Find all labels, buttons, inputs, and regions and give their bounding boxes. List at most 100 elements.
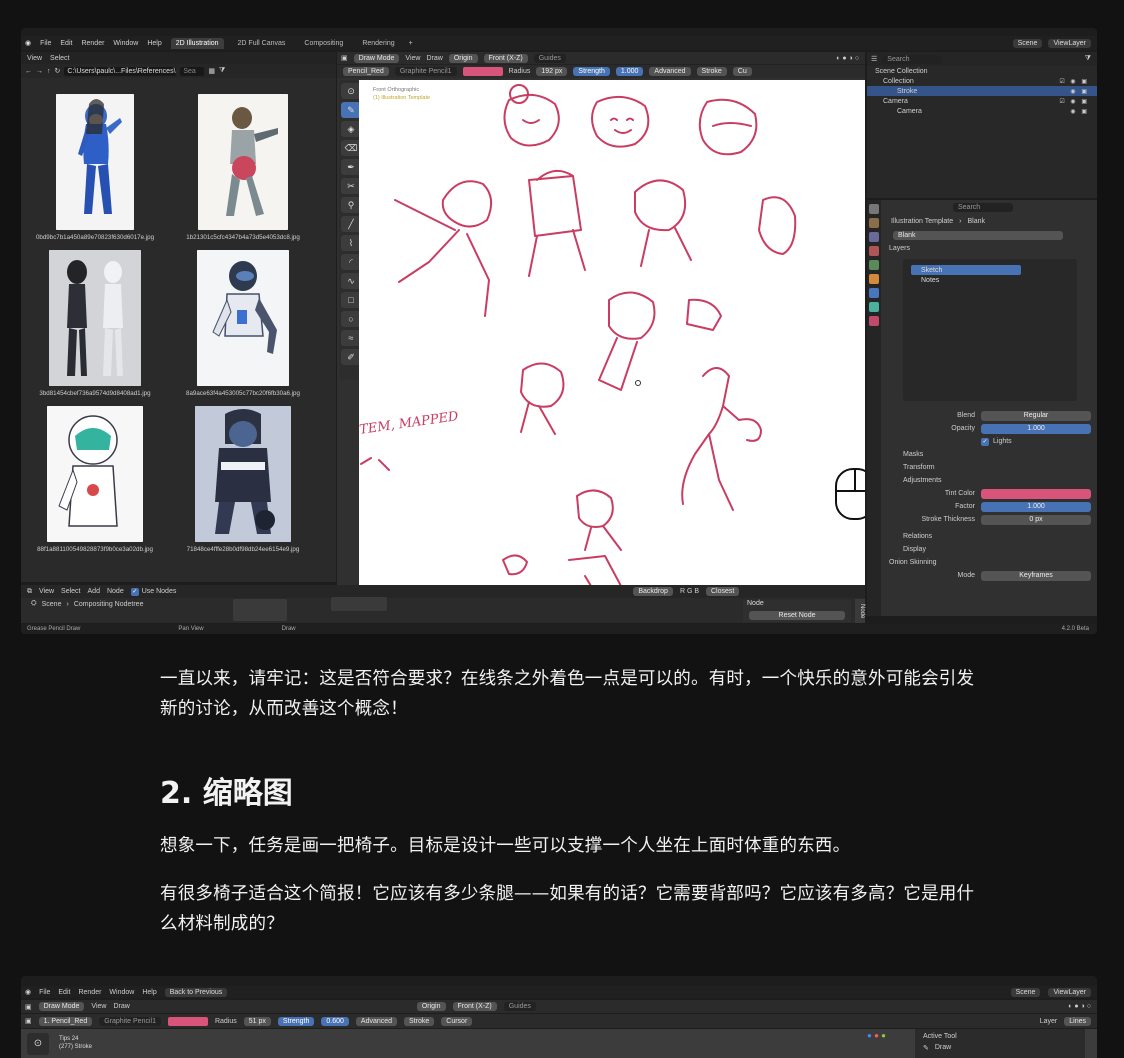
file-thumbnail[interactable]: 1b21301c5cfc4347b4a73d5e4053dc8.jpg bbox=[173, 94, 313, 241]
blender-logo-icon[interactable]: ◉ bbox=[25, 39, 31, 47]
advanced-dropdown[interactable]: Advanced bbox=[355, 1016, 398, 1026]
outliner-row-camera[interactable]: Camera ◉ ▣ bbox=[867, 106, 1097, 116]
back-arrow-icon[interactable]: ← bbox=[25, 68, 32, 75]
menu-edit[interactable]: Edit bbox=[60, 40, 72, 47]
menu-render[interactable]: Render bbox=[81, 40, 104, 47]
grid-view-icon[interactable]: ▦ bbox=[208, 67, 215, 75]
mode-selector[interactable]: Draw Mode bbox=[38, 1002, 85, 1011]
draw-tool-icon[interactable]: ✎ bbox=[341, 102, 361, 118]
file-thumbnail[interactable]: 8a9ace63f4a453005c77bc20f6fb30a6.jpg bbox=[173, 250, 313, 397]
channels-toggle[interactable]: R G B bbox=[680, 588, 699, 595]
advanced-dropdown[interactable]: Advanced bbox=[649, 67, 691, 76]
strength-label[interactable]: Strength bbox=[573, 67, 610, 76]
scene-selector[interactable]: Scene bbox=[1010, 987, 1041, 997]
stroke-dropdown[interactable]: Stroke bbox=[404, 1016, 435, 1026]
radius-field[interactable]: 192 px bbox=[536, 67, 568, 76]
box-tool-icon[interactable]: □ bbox=[341, 292, 361, 308]
tint-tool-icon[interactable]: ✒ bbox=[341, 159, 361, 175]
stroke-thickness-field[interactable]: 0 px bbox=[981, 514, 1091, 525]
parent-dir-icon[interactable]: ↑ bbox=[47, 68, 51, 75]
line-tool-icon[interactable]: ╱ bbox=[341, 216, 361, 232]
scene-tab-icon[interactable] bbox=[869, 246, 879, 256]
brush-selector[interactable]: Pencil_Red bbox=[343, 67, 389, 76]
filter-icon[interactable]: ⧩ bbox=[219, 67, 225, 75]
drawing-canvas[interactable]: Front Orthographic (1) Illustration Temp… bbox=[359, 80, 865, 586]
guides-toggle[interactable]: Guides bbox=[503, 1002, 536, 1011]
onion-skinning-panel-header[interactable]: Onion Skinning bbox=[883, 556, 1097, 569]
outliner-row-camera-collection[interactable]: Camera ☑ ◉ ▣ bbox=[867, 96, 1097, 106]
masks-panel-header[interactable]: Masks bbox=[883, 448, 1097, 461]
menu-help[interactable]: Help bbox=[147, 40, 161, 47]
node-panel-header[interactable]: Node bbox=[743, 600, 851, 609]
active-tool-header[interactable]: Active Tool bbox=[923, 1033, 1077, 1040]
path-field[interactable]: C:\Users\paulc\...Files\References\ bbox=[64, 66, 177, 76]
compositor-node[interactable] bbox=[331, 597, 387, 611]
outliner-row-collection[interactable]: Collection ☑ ◉ ▣ bbox=[867, 76, 1097, 86]
refresh-icon[interactable]: ↻ bbox=[55, 67, 61, 75]
world-tab-icon[interactable] bbox=[869, 260, 879, 270]
node-menu-select[interactable]: Select bbox=[61, 588, 80, 595]
guides-toggle[interactable]: Guides bbox=[533, 53, 566, 63]
layers-panel-header[interactable]: Layers bbox=[883, 242, 1097, 255]
circle-tool-icon[interactable]: ○ bbox=[341, 311, 361, 327]
filter-icon[interactable]: ⧩ bbox=[1085, 55, 1097, 63]
menu-window[interactable]: Window bbox=[113, 40, 138, 47]
menu-help[interactable]: Help bbox=[142, 989, 156, 996]
compositor-node[interactable] bbox=[233, 599, 287, 621]
properties-search[interactable]: Search bbox=[953, 202, 1013, 212]
outliner-search[interactable]: Search bbox=[882, 54, 943, 64]
curve-tool-icon[interactable]: ∿ bbox=[341, 273, 361, 289]
data-tab-icon[interactable] bbox=[869, 302, 879, 312]
reset-node-button[interactable]: Reset Node bbox=[749, 611, 845, 620]
select-tool-icon[interactable]: ⊙ bbox=[27, 1033, 49, 1055]
back-to-previous-button[interactable]: Back to Previous bbox=[164, 987, 228, 997]
tool-tab-icon[interactable] bbox=[869, 204, 879, 214]
viewport-menu-draw[interactable]: Draw bbox=[113, 1003, 129, 1010]
viewlayer-selector[interactable]: ViewLayer bbox=[1048, 38, 1091, 48]
file-thumbnail[interactable]: 71848ce4fffe28b0df98db24ee6154e9.jpg bbox=[173, 406, 313, 553]
menu-edit[interactable]: Edit bbox=[58, 989, 70, 996]
file-thumbnail[interactable]: 3bd81454cbef736a9574d9d8408ad1.jpg bbox=[25, 250, 165, 397]
editor-type-icon[interactable]: ▣ bbox=[25, 1003, 32, 1011]
modifier-tab-icon[interactable] bbox=[869, 288, 879, 298]
workspace-tab-2d-illustration[interactable]: 2D Illustration bbox=[170, 37, 224, 49]
workspace-tab-compositing[interactable]: Compositing bbox=[299, 38, 348, 49]
scene-selector[interactable]: Scene bbox=[1012, 38, 1043, 48]
opacity-field[interactable]: 1.000 bbox=[981, 423, 1091, 434]
layer-row-notes[interactable]: Notes bbox=[911, 275, 1021, 285]
eyedropper-tool-icon[interactable]: ⚲ bbox=[341, 197, 361, 213]
material-tab-icon[interactable] bbox=[869, 316, 879, 326]
menu-file[interactable]: File bbox=[39, 989, 50, 996]
relations-panel-header[interactable]: Relations bbox=[883, 530, 1097, 543]
forward-arrow-icon[interactable]: → bbox=[36, 68, 43, 75]
strength-field[interactable]: 0.600 bbox=[321, 1016, 349, 1026]
shading-icons[interactable]: ◐ ● ◑ ○ bbox=[1068, 1003, 1097, 1010]
shading-icons[interactable]: ◐ ● ◑ ○ bbox=[836, 55, 865, 62]
node-side-tab[interactable]: Node bbox=[855, 599, 865, 623]
display-panel-header[interactable]: Display bbox=[883, 543, 1097, 556]
view-dropdown[interactable]: Front (X-Z) bbox=[483, 53, 528, 63]
origin-dropdown[interactable]: Origin bbox=[448, 53, 478, 63]
menu-render[interactable]: Render bbox=[78, 989, 101, 996]
cursor-dropdown[interactable]: Cursor bbox=[441, 1016, 473, 1026]
factor-field[interactable]: 1.000 bbox=[981, 501, 1091, 512]
blend-dropdown[interactable]: Regular bbox=[981, 410, 1091, 421]
material-selector[interactable]: Graphite Pencil1 bbox=[394, 67, 457, 76]
viewlayer-selector[interactable]: ViewLayer bbox=[1048, 987, 1091, 997]
annotate-tool-icon[interactable]: ✐ bbox=[341, 349, 361, 365]
stroke-dropdown[interactable]: Stroke bbox=[696, 67, 727, 76]
strength-field[interactable]: 1.000 bbox=[615, 67, 644, 76]
viewport-menu-view[interactable]: View bbox=[91, 1003, 106, 1010]
outliner-row-stroke[interactable]: Stroke ◉ ▣ bbox=[867, 86, 1097, 96]
view-dropdown[interactable]: Front (X-Z) bbox=[452, 1002, 497, 1011]
workspace-tab-2d-full-canvas[interactable]: 2D Full Canvas bbox=[233, 38, 291, 49]
outliner-row-scene-collection[interactable]: Scene Collection bbox=[867, 66, 1097, 76]
select-tool-icon[interactable]: ⊙ bbox=[341, 83, 361, 99]
viewport-menu-view[interactable]: View bbox=[405, 55, 420, 62]
visibility-icon[interactable]: ◉ ▣ bbox=[1070, 88, 1089, 95]
fb-menu-view[interactable]: View bbox=[27, 55, 42, 62]
visibility-icon[interactable]: ◉ ▣ bbox=[1070, 108, 1089, 115]
editor-type-icon[interactable]: ▣ bbox=[341, 54, 348, 62]
brush-color-swatch[interactable] bbox=[167, 1016, 208, 1026]
workspace-tab-rendering[interactable]: Rendering bbox=[357, 38, 399, 49]
